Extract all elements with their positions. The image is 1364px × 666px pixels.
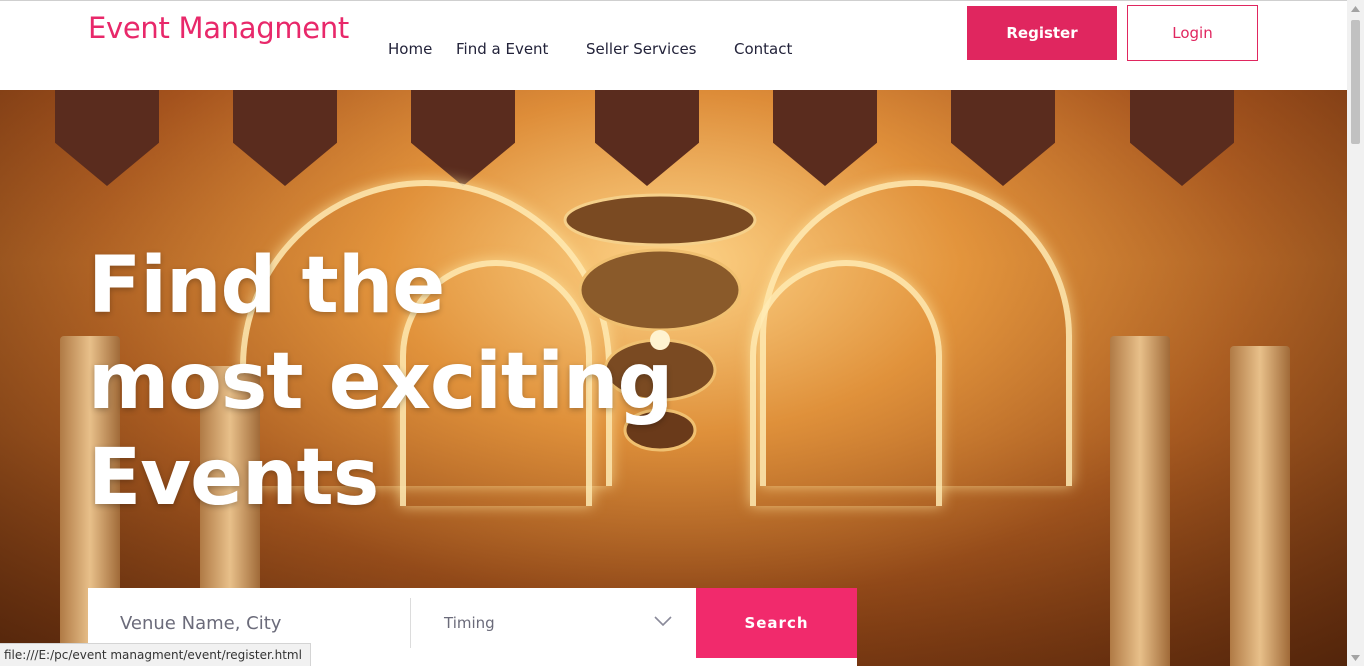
chevron-down-icon (654, 616, 672, 626)
site-logo[interactable]: Event Managment (88, 11, 349, 45)
hero-title-line: Find the (88, 241, 445, 331)
hero-bg-pillar (1230, 346, 1290, 666)
page-scrollbar[interactable] (1347, 0, 1364, 666)
register-button[interactable]: Register (967, 6, 1117, 60)
hero-bg-banner (233, 90, 337, 186)
browser-status-bar: file:///E:/pc/event managment/event/regi… (0, 643, 311, 666)
hero-bg-banner (951, 90, 1055, 186)
scroll-down-arrow-icon[interactable] (1347, 649, 1364, 666)
hero-section: Find the most exciting Events Timing Sea… (0, 90, 1347, 666)
hero-bg-banner (595, 90, 699, 186)
timing-select[interactable]: Timing (411, 588, 696, 658)
nav-contact[interactable]: Contact (734, 40, 792, 58)
hero-title: Find the most exciting Events (88, 238, 673, 526)
hero-title-line: Events (88, 433, 379, 523)
hero-bg-banner (55, 90, 159, 186)
login-button[interactable]: Login (1127, 5, 1258, 61)
nav-seller-services[interactable]: Seller Services (586, 40, 697, 58)
nav-home[interactable]: Home (388, 40, 432, 58)
hero-bg-banner (773, 90, 877, 186)
hero-bg-banner (411, 90, 515, 186)
timing-select-value: Timing (444, 614, 495, 632)
site-header: Event Managment Home Find a Event Seller… (0, 1, 1347, 90)
nav-find-event[interactable]: Find a Event (456, 40, 548, 58)
hero-bg-arch (750, 260, 942, 506)
scroll-up-arrow-icon[interactable] (1347, 0, 1364, 17)
hero-title-line: most exciting (88, 337, 673, 427)
search-button[interactable]: Search (696, 588, 857, 658)
hero-bg-banner (1130, 90, 1234, 186)
scrollbar-thumb[interactable] (1351, 20, 1360, 144)
hero-bg-pillar (1110, 336, 1170, 666)
